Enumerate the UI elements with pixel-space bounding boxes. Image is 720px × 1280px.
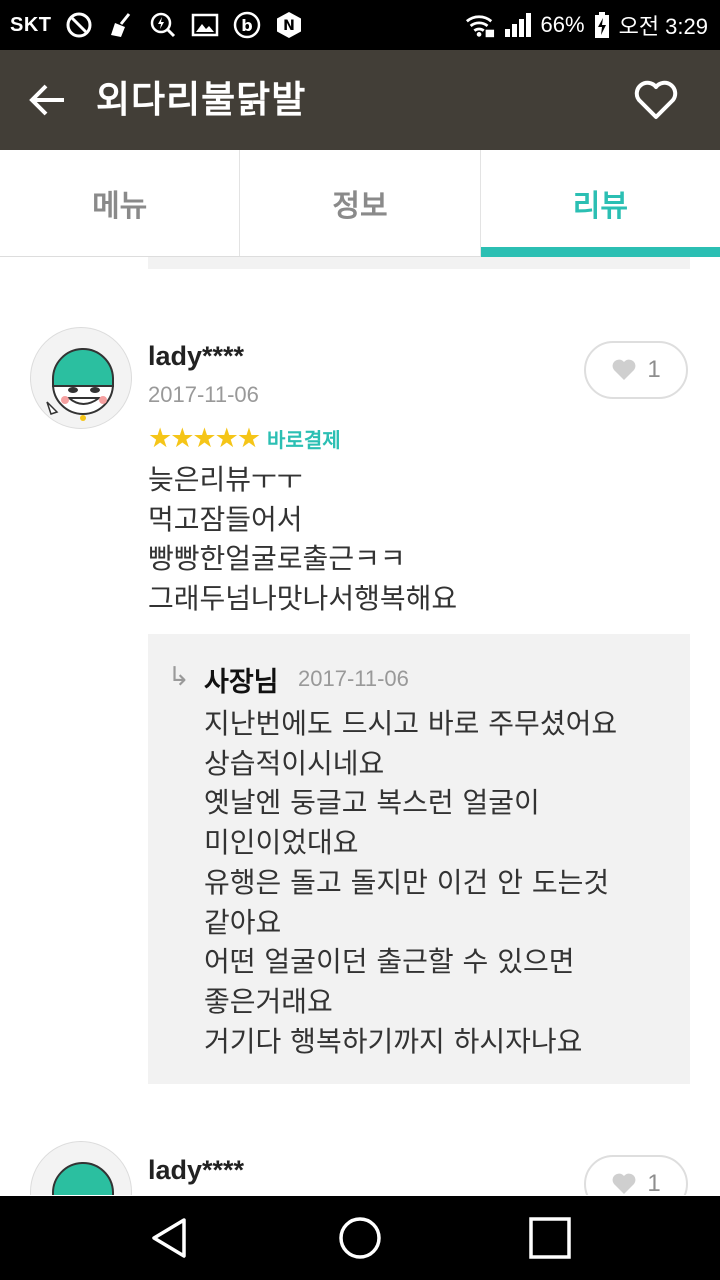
- review-line: 그래두넘나맛나서행복해요: [148, 581, 458, 615]
- avatar: [30, 327, 132, 429]
- triangle-back-icon: [152, 1218, 186, 1258]
- svg-text:N: N: [283, 18, 295, 34]
- avatar-face-icon: [51, 1162, 114, 1195]
- reply-line: 거기다 행복하기까지 하시자나요: [204, 1024, 583, 1058]
- circle-home-icon: [339, 1217, 381, 1259]
- review-date: 2017-11-06: [148, 382, 259, 407]
- star-rating: ★★★★★: [148, 423, 261, 454]
- tab-menu[interactable]: 메뉴: [0, 150, 239, 256]
- reply-line: 같아요: [204, 905, 282, 939]
- page-title: 외다리불닭발: [96, 78, 307, 121]
- reply-line: 미인이었대요: [204, 826, 359, 860]
- carrier-label: SKT: [10, 13, 52, 36]
- n-app-icon: N: [274, 10, 304, 40]
- review-line: 빵빵한얼굴로출근ㅋㅋ: [148, 542, 406, 575]
- nav-recents-button[interactable]: [490, 1196, 610, 1280]
- nav-home-button[interactable]: [300, 1196, 420, 1280]
- review-author[interactable]: lady****: [148, 341, 244, 372]
- reply-line: 상습적이시네요: [204, 746, 385, 780]
- gallery-icon: [190, 10, 220, 40]
- svg-text:b: b: [241, 16, 252, 35]
- cleaner-icon: [106, 10, 136, 40]
- heart-outline-icon: [634, 80, 678, 119]
- tab-info[interactable]: 정보: [239, 150, 479, 256]
- review-author[interactable]: lady****: [148, 1155, 244, 1186]
- like-count: 1: [647, 1170, 661, 1195]
- battery-percent: 66%: [540, 12, 585, 37]
- reply-date: 2017-11-06: [298, 666, 409, 691]
- reply-line: 어떤 얼굴이던 출근할 수 있으면: [204, 945, 575, 979]
- app-bar: 외다리불닭발: [0, 50, 720, 150]
- like-count: 1: [647, 356, 661, 383]
- review-line: 늦은리뷰ㅜㅜ: [148, 463, 303, 496]
- avatar-face-icon: [46, 348, 114, 421]
- reply-line: 좋은거래요: [204, 984, 333, 1018]
- reply-arrow-icon: ↳: [168, 662, 190, 692]
- clock: 오전 3:29: [618, 14, 708, 39]
- favorite-button[interactable]: [628, 76, 684, 124]
- payment-badge: 바로결제: [267, 428, 341, 452]
- back-button[interactable]: [22, 76, 74, 124]
- like-button[interactable]: 1: [584, 341, 688, 399]
- battery-charging-icon: [593, 10, 611, 40]
- square-recents-icon: [529, 1217, 571, 1259]
- reply-line: 옛날엔 둥글고 복스런 얼굴이: [204, 786, 540, 820]
- avatar: [30, 1141, 132, 1195]
- like-button[interactable]: 1: [584, 1155, 688, 1195]
- b-app-icon: b: [232, 10, 262, 40]
- reply-body: 지난번에도 드시고 바로 주무셨어요 상습적이시네요 옛날엔 둥글고 복스런 얼…: [204, 704, 674, 1061]
- rating-row: ★★★★★ 바로결제: [148, 423, 341, 454]
- owner-reply: ↳ 사장님 2017-11-06 지난번에도 드시고 바로 주무셨어요 상습적이…: [148, 634, 690, 1084]
- review-list[interactable]: lady**** 2017-11-06 1 ★★★★★ 바로결제 늦은리뷰ㅜㅜ …: [0, 257, 720, 1195]
- heart-icon: [612, 1173, 636, 1194]
- tab-bar: 메뉴 정보 리뷰: [0, 150, 720, 257]
- status-bar: SKT b N 66% 오전 3:29: [0, 0, 720, 50]
- heart-icon: [612, 359, 636, 380]
- review-body: 늦은리뷰ㅜㅜ 먹고잠들어서 빵빵한얼굴로출근ㅋㅋ 그래두넘나맛나서행복해요: [148, 460, 688, 618]
- signal-icon: [503, 10, 533, 40]
- reply-author: 사장님: [204, 667, 279, 698]
- previous-reply-box: [148, 257, 690, 269]
- reply-line: 지난번에도 드시고 바로 주무셨어요: [204, 707, 618, 740]
- reply-line: 유행은 돌고 돌지만 이건 안 도는것: [204, 865, 610, 899]
- review-line: 먹고잠들어서: [148, 502, 303, 536]
- wifi-lock-icon: [465, 10, 495, 40]
- no-sim-icon: [64, 10, 94, 40]
- system-nav-bar: [0, 1196, 720, 1280]
- tab-reviews[interactable]: 리뷰: [479, 150, 720, 257]
- arrow-left-icon: [29, 84, 64, 116]
- nav-back-button[interactable]: [110, 1196, 230, 1280]
- search-bolt-icon: [148, 10, 178, 40]
